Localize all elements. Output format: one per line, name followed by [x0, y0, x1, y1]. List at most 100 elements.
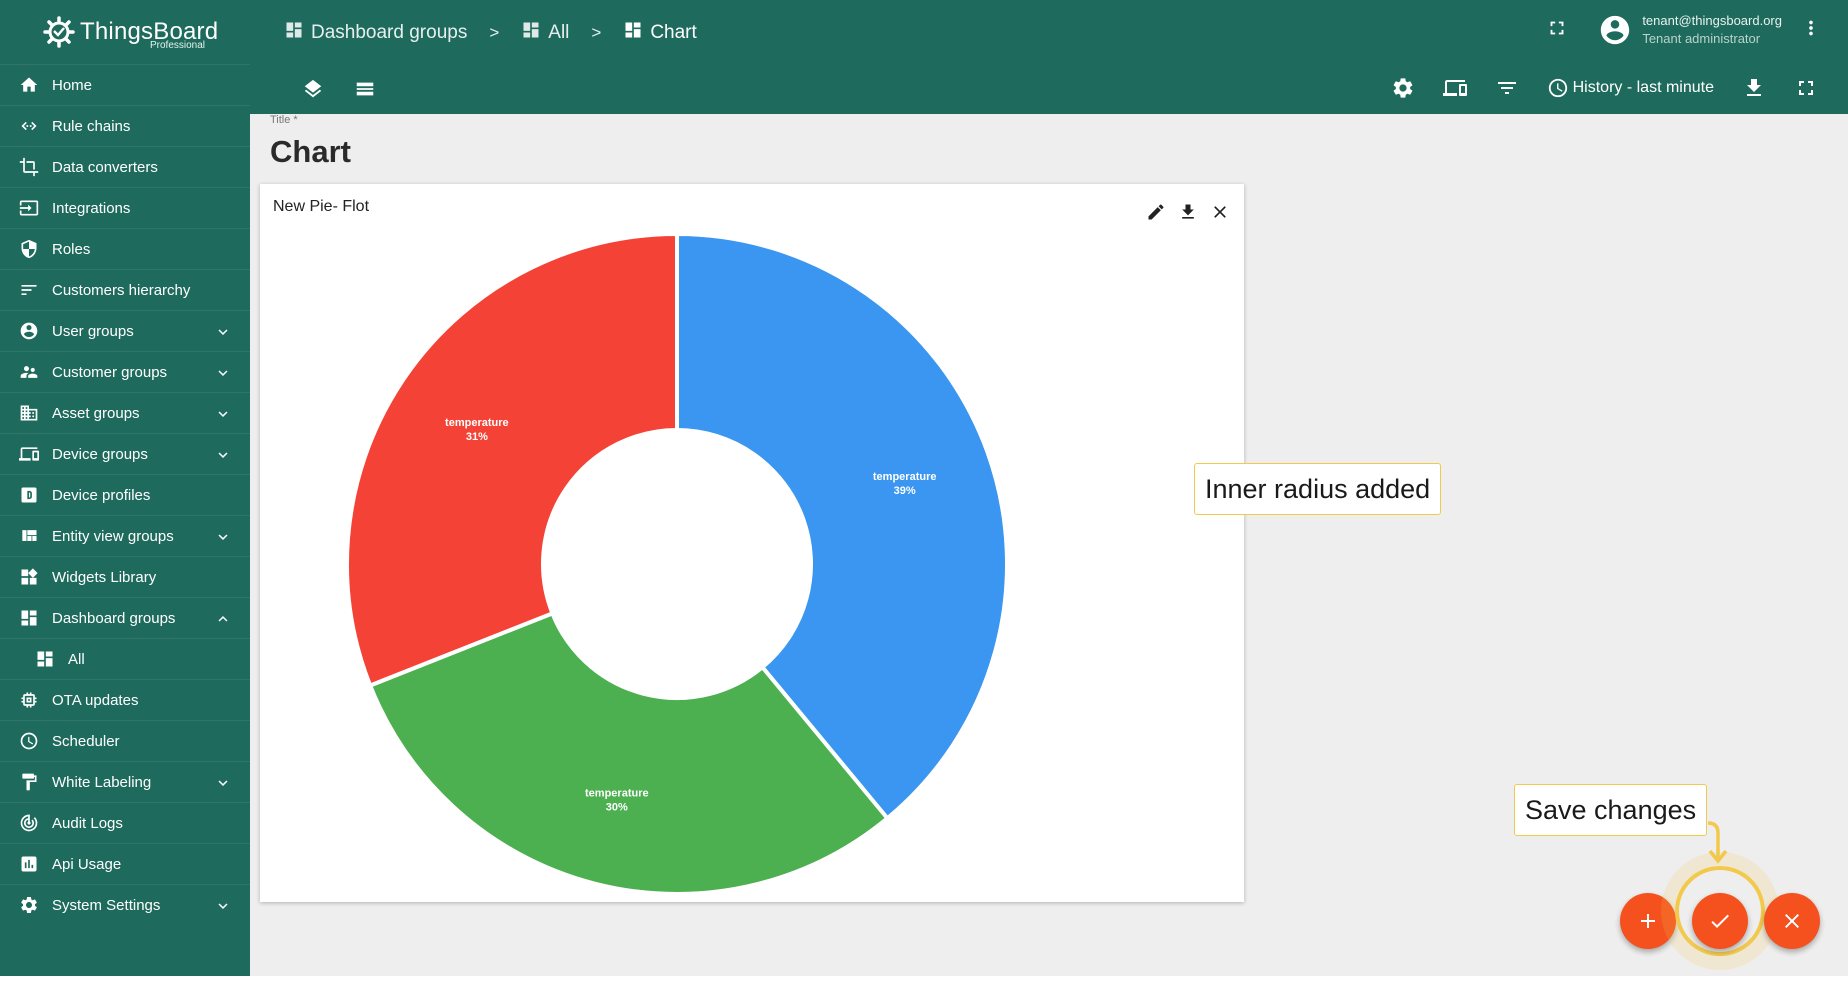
- sort-icon: [18, 279, 40, 301]
- breadcrumb-dashboard-groups[interactable]: Dashboard groups: [284, 20, 467, 46]
- sidebar-item-label: Api Usage: [52, 855, 122, 873]
- account-circle-icon[interactable]: [1598, 13, 1632, 47]
- breadcrumb-label: All: [548, 22, 570, 43]
- download-icon[interactable]: [1742, 76, 1766, 100]
- pie-slice-label: temperature: [585, 787, 649, 799]
- layers-icon[interactable]: [302, 78, 324, 100]
- sidebar-item-label: Dashboard groups: [52, 609, 176, 627]
- sidebar-item-ota-updates[interactable]: OTA updates: [0, 679, 250, 720]
- widgets-icon: [18, 566, 40, 588]
- breadcrumb-label: Dashboard groups: [311, 22, 468, 43]
- sidebar-item-label: Device groups: [52, 445, 148, 463]
- logo-icon: [43, 16, 75, 48]
- sidebar-item-label: Entity view groups: [52, 527, 174, 545]
- input-icon: [18, 197, 40, 219]
- sidebar-item-home[interactable]: Home: [0, 64, 250, 105]
- sidebar-item-customer-groups[interactable]: Customer groups: [0, 351, 250, 392]
- fullscreen-icon[interactable]: [1794, 76, 1818, 100]
- breadcrumb: Dashboard groups > All > Chart: [284, 20, 697, 46]
- sidebar-item-label: Rule chains: [52, 117, 131, 135]
- title-field-label: Title *: [270, 114, 298, 126]
- pie-slice[interactable]: [345, 231, 679, 689]
- sidebar-item-label: Widgets Library: [52, 568, 157, 586]
- sidebar: ThingsBoard Professional Home Rule chains…: [0, 0, 250, 976]
- sidebar-item-label: Customer groups: [52, 363, 168, 381]
- format-paint-icon: [18, 771, 40, 793]
- chevron-down-icon: [214, 774, 232, 792]
- sidebar-item-label: OTA updates: [52, 691, 139, 709]
- account-circle-icon: [18, 320, 40, 342]
- insert-chart-icon: [18, 853, 40, 875]
- sidebar-item-device-profiles[interactable]: Device profiles: [0, 474, 250, 515]
- sidebar-item-integrations[interactable]: Integrations: [0, 187, 250, 228]
- save-changes-button[interactable]: [1692, 893, 1748, 949]
- breadcrumb-chart: Chart: [623, 20, 697, 46]
- sidebar-item-all[interactable]: All: [0, 638, 250, 679]
- sidebar-item-user-groups[interactable]: User groups: [0, 310, 250, 351]
- sidebar-item-customers-hierarchy[interactable]: Customers hierarchy: [0, 269, 250, 310]
- chevron-down-icon: [214, 364, 232, 382]
- dashboard-title-input[interactable]: Chart: [270, 134, 351, 170]
- user-info[interactable]: tenant@thingsboard.org Tenant administra…: [1642, 12, 1782, 48]
- dashboard-toolbar-right: History - last minute: [1363, 76, 1818, 100]
- sidebar-item-data-converters[interactable]: Data converters: [0, 146, 250, 187]
- cancel-edit-button[interactable]: [1764, 893, 1820, 949]
- sidebar-item-white-labeling[interactable]: White Labeling: [0, 761, 250, 802]
- dashboard-icon: [521, 20, 548, 46]
- sidebar-item-widgets-library[interactable]: Widgets Library: [0, 556, 250, 597]
- rule-chains-icon: [18, 115, 40, 137]
- dashboard-toolbar-left: [302, 78, 406, 100]
- fullscreen-icon[interactable]: [1546, 17, 1568, 44]
- devices-icon[interactable]: [1442, 76, 1467, 100]
- devices-icon: [18, 443, 40, 465]
- history-label: History - last minute: [1572, 79, 1714, 96]
- sidebar-item-audit-logs[interactable]: Audit Logs: [0, 802, 250, 843]
- sidebar-item-scheduler[interactable]: Scheduler: [0, 720, 250, 761]
- chevron-down-icon: [214, 405, 232, 423]
- breadcrumb-separator: >: [489, 23, 500, 42]
- sidebar-item-asset-groups[interactable]: Asset groups: [0, 392, 250, 433]
- user-role: Tenant administrator: [1642, 31, 1761, 46]
- sidebar-item-label: Customers hierarchy: [52, 281, 191, 299]
- dashboard-content: Title * Chart New Pie- Flot temperature 3…: [250, 114, 1848, 976]
- logo[interactable]: ThingsBoard Professional: [0, 0, 250, 64]
- history-timewindow[interactable]: History - last minute: [1547, 77, 1714, 99]
- callout-inner-radius: Inner radius added: [1194, 463, 1442, 515]
- sidebar-item-label: Integrations: [52, 199, 131, 217]
- add-widget-button[interactable]: [1620, 893, 1676, 949]
- user-area: tenant@thingsboard.org Tenant administra…: [1546, 12, 1822, 48]
- sidebar-item-label: Audit Logs: [52, 814, 123, 832]
- sidebar-item-device-groups[interactable]: Device groups: [0, 433, 250, 474]
- clock-icon: [1548, 78, 1567, 98]
- chevron-up-icon: [214, 610, 232, 628]
- crop-icon: [18, 156, 40, 178]
- more-vert-icon[interactable]: [1800, 17, 1822, 44]
- breadcrumb-all[interactable]: All: [521, 20, 569, 46]
- app-root: ThingsBoard Professional Home Rule chains…: [0, 0, 1848, 976]
- view-agenda-icon[interactable]: [354, 78, 376, 100]
- dashboard-icon: [623, 20, 650, 46]
- pie-slice-label: temperature: [873, 471, 937, 483]
- settings-icon[interactable]: [1391, 76, 1415, 100]
- pie-widget[interactable]: New Pie- Flot temperature 39% temperature 3…: [260, 184, 1244, 902]
- arrow-pointer: [1707, 821, 1728, 864]
- sidebar-item-label: Roles: [52, 240, 91, 258]
- brand-edition: Professional: [150, 40, 206, 51]
- breadcrumb-separator: >: [591, 23, 602, 42]
- sidebar-item-label: Home: [52, 76, 93, 94]
- sidebar-item-api-usage[interactable]: Api Usage: [0, 843, 250, 884]
- close-icon: [1785, 914, 1799, 928]
- sidebar-item-entity-view-groups[interactable]: Entity view groups: [0, 515, 250, 556]
- pie-slice-percent: 30%: [606, 801, 628, 813]
- sidebar-item-roles[interactable]: Roles: [0, 228, 250, 269]
- check-icon: [1711, 914, 1729, 928]
- pie-slice-percent: 39%: [894, 485, 916, 497]
- filter-list-icon[interactable]: [1495, 76, 1519, 100]
- sidebar-item-rule-chains[interactable]: Rule chains: [0, 105, 250, 146]
- dashboard-icon: [18, 607, 40, 629]
- chevron-down-icon: [214, 323, 232, 341]
- sidebar-item-system-settings[interactable]: System Settings: [0, 884, 250, 925]
- memory-icon: [18, 689, 40, 711]
- sidebar-item-label: User groups: [52, 322, 134, 340]
- sidebar-item-dashboard-groups[interactable]: Dashboard groups: [0, 597, 250, 638]
